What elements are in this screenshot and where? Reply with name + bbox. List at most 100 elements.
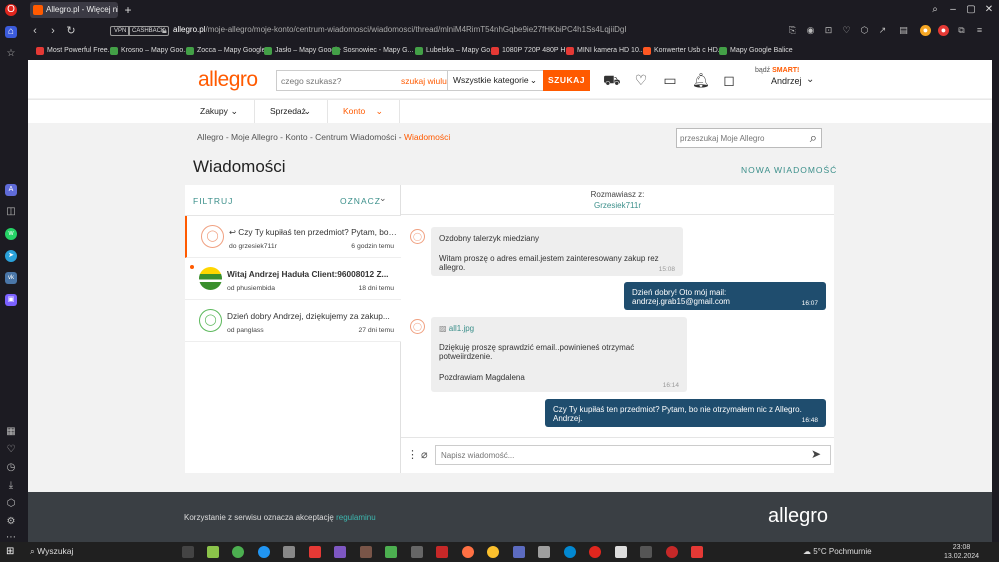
lock-icon[interactable]: 🔒︎ [162,25,167,36]
settings-icon[interactable] [283,546,295,558]
bookmark-item[interactable]: Konwerter Usb c HD... [643,45,724,56]
conversation-item[interactable]: Witaj Andrzej Haduła Client:96008012 Z..… [185,258,401,300]
delivery-truck-icon[interactable]: ⛟ [603,72,621,88]
settings-icon[interactable]: ⚙ [5,516,17,528]
back-button[interactable]: ‹ [28,24,42,38]
bookmark-item[interactable]: Sosnowiec - Mapy G... [332,45,413,56]
home-icon[interactable]: ⌂ [5,26,17,38]
bookmark-item[interactable]: Mapy Google Balice [719,45,793,56]
attachment-link[interactable]: ▨ all1.jpg [439,324,679,333]
bookmark-item[interactable]: MINI kamera HD 10... [566,45,645,56]
breadcrumb-item[interactable]: Centrum Wiadomości [315,132,396,142]
clock[interactable]: 23:08 13.02.2024 [944,543,979,561]
app-icon[interactable] [334,546,346,558]
heart-icon[interactable]: ♡ [5,444,17,456]
app-icon[interactable] [258,546,270,558]
camera-icon[interactable]: ◉ [805,25,816,36]
search-wiki-link[interactable]: szukaj wiulu [401,76,447,86]
extensions-icon[interactable]: ⧉ [956,25,967,36]
bookmark-item[interactable]: Lubelska – Mapy Go... [415,45,496,56]
windows-start-icon[interactable]: ⊞ [6,546,18,558]
cube-icon[interactable]: ⬡ [5,498,17,510]
minimize-button[interactable]: – [946,3,960,17]
reload-button[interactable]: ↻ [64,24,78,38]
nav-konto[interactable]: Konto ⌄ [328,100,400,123]
aria-icon[interactable]: A [5,184,17,196]
forward-button[interactable]: › [46,24,60,38]
tab-allegro[interactable]: Allegro.pl - Więcej niż aukcje [30,2,118,18]
bookmark-item[interactable]: Jasło – Mapy Google [264,45,341,56]
translate-icon[interactable]: ⎘ [787,25,798,36]
chevron-down-icon[interactable]: ⌄ [379,193,387,204]
chrome-icon[interactable] [232,546,244,558]
app-icon[interactable] [436,546,448,558]
breadcrumb-item[interactable]: Moje Allegro [231,132,278,142]
extension-icon[interactable]: ● [920,25,931,36]
wallet-icon[interactable]: ▤ [898,25,909,36]
chrome-icon[interactable] [487,546,499,558]
share-icon[interactable]: ↗ [877,25,888,36]
user-name[interactable]: Andrzej [771,76,802,86]
heart-icon[interactable]: ♡ [633,72,649,88]
taskbar-search[interactable]: ⌕ Wyszukaj [30,546,73,557]
search-tabs-icon[interactable]: ⌕ [928,3,942,17]
bookmark-item[interactable]: Krosno – Mapy Goo... [110,45,189,56]
close-window-button[interactable]: ✕ [982,3,996,17]
app-icon[interactable] [691,546,703,558]
weather-widget[interactable]: ☁ 5°C Pochmurnie [803,547,872,556]
app-icon[interactable] [207,546,219,558]
messages-search-input[interactable] [680,132,798,145]
history-icon[interactable]: ◷ [5,462,17,474]
snapshot-icon[interactable]: ⊡ [823,25,834,36]
download-icon[interactable]: ⤓ [5,480,17,492]
search-button[interactable]: SZUKAJ [543,70,590,91]
conversation-item[interactable]: ◯ Dzień dobry Andrzej, dziękujemy za zak… [185,300,401,342]
player-icon[interactable]: ▣ [5,294,17,306]
vk-icon[interactable]: vk [5,272,17,284]
bag-icon[interactable]: ◫ [5,206,17,218]
send-icon[interactable]: ➤ [811,447,821,461]
bookmark-icon[interactable]: ♡ [841,25,852,36]
more-options-icon[interactable]: ⋮ [407,448,418,461]
category-select[interactable]: Wszystkie kategorie ⌄ [447,71,543,90]
chevron-down-icon[interactable]: ⌄ [806,74,814,85]
new-message-button[interactable]: NOWA WIADOMOŚĆ [741,165,837,175]
terms-link[interactable]: regulaminu [336,513,376,522]
telegram-icon[interactable]: ➤ [5,250,17,262]
app-icon[interactable] [513,546,525,558]
allegro-logo[interactable]: allegro [198,68,258,92]
nav-sprzedaz[interactable]: Sprzedaż ⌄ [255,100,328,123]
bookmark-item[interactable]: Zocca – Mapy Google [186,45,265,56]
opera-icon[interactable] [589,546,601,558]
bell-icon[interactable]: 🔔︎ [692,72,710,88]
bookmark-item[interactable]: Most Powerful Free... [36,45,114,56]
cube-icon[interactable]: ⬡ [859,25,870,36]
bookmark-item[interactable]: 1080P 720P 480P H... [491,45,571,56]
maximize-button[interactable]: ▢ [964,3,978,17]
conversation-item[interactable]: ◯ ↩ Czy Ty kupiłaś ten przedmiot? Pytam,… [185,216,401,258]
url-field[interactable]: allegro.pl/moje-allegro/moje-konto/centr… [173,25,693,34]
app-icon[interactable] [666,546,678,558]
menu-icon[interactable]: ≡ [974,25,985,36]
smart-badge[interactable]: bądź SMART! [755,67,799,74]
messages-icon[interactable]: ▭ [662,72,678,88]
app-icon[interactable] [385,546,397,558]
app-icon[interactable] [411,546,423,558]
app-icon[interactable] [640,546,652,558]
footer-logo[interactable]: allegro [768,505,828,528]
breadcrumb-item[interactable]: Konto [285,132,307,142]
mark-button[interactable]: OZNACZ [340,196,381,206]
cart-icon[interactable]: ◻ [721,72,737,88]
app-icon[interactable] [309,546,321,558]
edge-icon[interactable] [564,546,576,558]
whatsapp-icon[interactable]: w [5,228,17,240]
search-input[interactable] [281,73,401,88]
attach-icon[interactable]: ⌀ [421,448,428,461]
filter-button[interactable]: FILTRUJ [193,196,233,206]
opera-logo-icon[interactable]: O [5,4,17,16]
task-view-icon[interactable] [182,546,194,558]
nav-zakupy[interactable]: Zakupy ⌄ [185,100,255,123]
app-icon[interactable] [360,546,372,558]
apps-grid-icon[interactable]: ▦ [5,426,17,438]
app-icon[interactable] [615,546,627,558]
